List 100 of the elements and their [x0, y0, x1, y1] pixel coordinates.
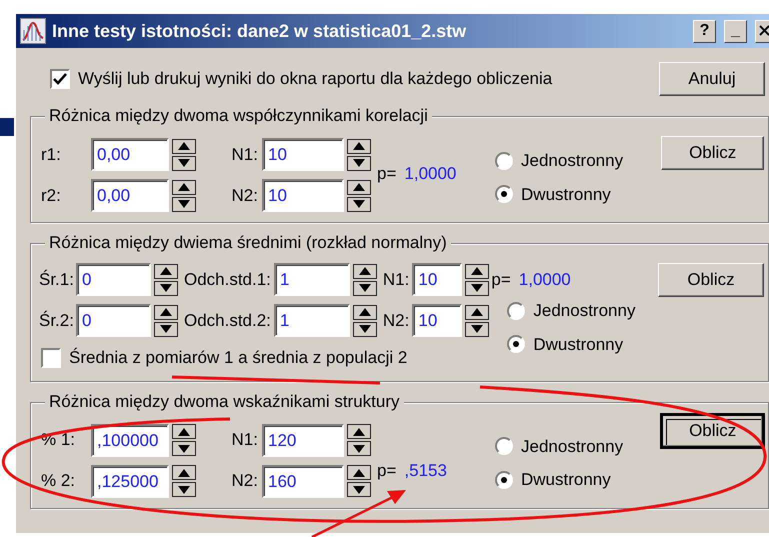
spin-down-button[interactable]	[172, 196, 196, 212]
input-field[interactable]: 1	[274, 304, 350, 337]
arrow-up-icon	[178, 183, 190, 191]
field-label: N1:	[382, 268, 410, 291]
spin-down-button[interactable]	[465, 280, 490, 296]
spin-up-button[interactable]	[347, 138, 371, 154]
input-field[interactable]: ,100000	[91, 424, 169, 456]
spin-up-button[interactable]	[347, 424, 371, 439]
spin-up-button[interactable]	[352, 304, 377, 320]
arrow-up-icon	[353, 183, 365, 191]
radio-button[interactable]	[495, 152, 514, 170]
input-field[interactable]: 0	[76, 263, 151, 296]
spin-up-button[interactable]	[347, 180, 371, 194]
arrow-up-icon	[353, 142, 365, 150]
input-field[interactable]: 10	[262, 179, 344, 212]
spin-down-button[interactable]	[172, 482, 196, 497]
p-value: 1,0000	[404, 163, 456, 186]
spin-up-button[interactable]	[347, 465, 371, 480]
spin-down-button[interactable]	[154, 280, 178, 296]
arrow-up-icon	[358, 267, 371, 275]
radio-label: Jednostronny	[533, 300, 636, 322]
checkbox-label: Wyślij lub drukuj wyniki do okna raportu dla każdego obliczenia	[78, 68, 552, 90]
compute-button[interactable]: Oblicz	[661, 136, 764, 170]
background-window-bar	[0, 118, 14, 136]
spin-down-button[interactable]	[347, 482, 371, 497]
spin-down-button[interactable]	[154, 322, 178, 336]
radio-button[interactable]	[495, 185, 514, 204]
checkbox[interactable]	[50, 69, 70, 89]
window-title: Inne testy istotności: dane2 w statistica01_2.stw	[52, 20, 468, 43]
p-value: 1,0000	[518, 268, 571, 291]
group-title: Różnica między dwoma współczynnikami korelacji	[45, 106, 432, 126]
radio-button[interactable]	[495, 470, 513, 489]
input-field[interactable]: 10	[262, 138, 344, 171]
arrow-down-icon	[160, 284, 172, 292]
chart-icon	[20, 18, 46, 44]
arrow-down-icon	[178, 200, 190, 208]
radio-label: Dwustronny	[521, 469, 611, 491]
field-label: N2:	[230, 470, 259, 492]
arrow-down-icon	[178, 486, 190, 494]
input-field[interactable]: 0,00	[91, 179, 169, 212]
spin-down-button[interactable]	[352, 280, 377, 296]
radio-button[interactable]	[495, 437, 513, 456]
spin-down-button[interactable]	[347, 441, 371, 456]
checkbox[interactable]	[41, 348, 61, 368]
radio-label: Dwustronny	[533, 334, 624, 356]
input-field[interactable]: 0	[76, 304, 151, 337]
radio-button[interactable]	[507, 335, 526, 354]
arrow-up-icon	[358, 308, 371, 316]
field-label: Śr.1:	[39, 268, 74, 291]
spin-up-button[interactable]	[172, 424, 196, 439]
spin-up-button[interactable]	[172, 138, 196, 154]
title-bar-button[interactable]: _	[724, 20, 747, 42]
field-label: Odch.std.2:	[184, 310, 271, 332]
spin-up-button[interactable]	[154, 264, 178, 278]
input-field[interactable]: 1	[274, 263, 350, 296]
arrow-down-icon	[471, 325, 484, 333]
p-label: p=	[491, 268, 511, 291]
compute-button[interactable]: Oblicz	[661, 414, 764, 448]
arrow-up-icon	[178, 142, 190, 150]
spin-down-button[interactable]	[172, 441, 196, 456]
spin-down-button[interactable]	[347, 196, 371, 212]
arrow-down-icon	[353, 444, 365, 452]
close-button[interactable]	[755, 20, 769, 42]
compute-button[interactable]: Oblicz	[658, 263, 764, 297]
input-field[interactable]: ,125000	[91, 464, 169, 498]
arrow-down-icon	[358, 284, 371, 292]
spin-up-button[interactable]	[465, 304, 490, 320]
arrow-up-icon	[471, 308, 484, 316]
cancel-button[interactable]: Anuluj	[659, 62, 765, 96]
input-field[interactable]: 10	[412, 263, 462, 296]
p-label: p=	[377, 163, 396, 186]
spin-up-button[interactable]	[172, 180, 196, 194]
field-label: r2:	[41, 184, 62, 207]
radio-button[interactable]	[507, 302, 526, 320]
spin-down-button[interactable]	[347, 156, 371, 170]
field-label: Śr.2:	[39, 310, 74, 332]
close-icon	[756, 24, 768, 36]
spin-down-button[interactable]	[172, 156, 196, 170]
p-label: p=	[377, 460, 396, 482]
spin-down-button[interactable]	[465, 322, 490, 336]
field-label: N2:	[230, 184, 259, 207]
arrow-down-icon	[358, 325, 371, 333]
spin-down-button[interactable]	[352, 322, 377, 336]
input-field[interactable]: 120	[262, 424, 344, 456]
field-label: N1:	[230, 144, 259, 166]
input-field[interactable]: 0,00	[91, 138, 169, 171]
input-field[interactable]: 160	[262, 464, 344, 498]
group-title: Różnica między dwiema średnimi (rozkład normalny)	[45, 233, 451, 253]
field-label: r1:	[41, 144, 62, 166]
spin-up-button[interactable]	[352, 264, 377, 278]
spin-up-button[interactable]	[154, 304, 178, 320]
arrow-up-icon	[160, 267, 172, 275]
radio-label: Jednostronny	[521, 150, 624, 172]
spin-up-button[interactable]	[465, 264, 490, 278]
title-bar-button[interactable]: ?	[693, 20, 716, 42]
p-value: ,5153	[404, 460, 447, 482]
arrow-down-icon	[353, 486, 365, 494]
input-field[interactable]: 10	[412, 304, 462, 337]
field-label: Odch.std.1:	[184, 268, 271, 291]
spin-up-button[interactable]	[172, 465, 196, 480]
